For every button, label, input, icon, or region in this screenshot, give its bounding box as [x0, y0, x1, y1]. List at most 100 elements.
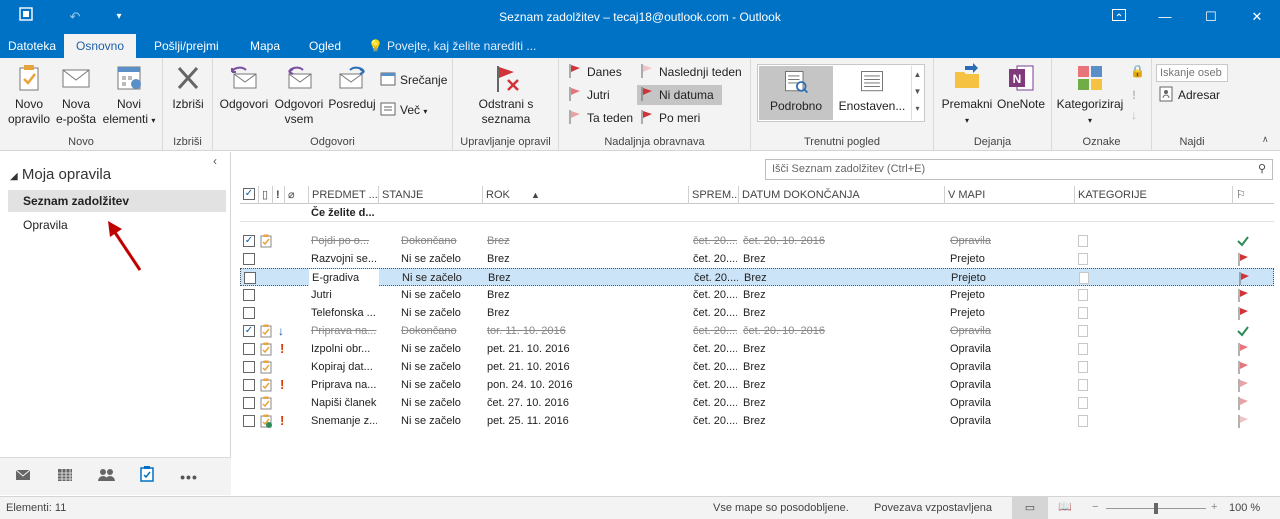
reply-button[interactable]: Odgovori [217, 62, 271, 112]
flag-no-date-button[interactable]: Ni datuma [637, 85, 722, 105]
zoom-in-icon[interactable]: + [1211, 501, 1217, 513]
tasks-icon[interactable] [136, 466, 158, 488]
search-people-input[interactable] [1156, 64, 1228, 82]
complete-checkbox[interactable] [243, 397, 255, 409]
category-box[interactable] [1079, 272, 1089, 284]
complete-checkbox[interactable] [244, 272, 256, 284]
tell-me-box[interactable]: 💡 Povejte, kaj želite narediti ... [368, 34, 536, 58]
delete-button[interactable]: Izbriši [165, 62, 211, 112]
category-box[interactable] [1078, 235, 1088, 247]
onenote-button[interactable]: N OneNote [994, 62, 1048, 112]
table-row[interactable]: Razvojni se... Ni se začelo Brez čet. 20...… [240, 250, 1274, 268]
normal-view-button[interactable]: ▭ [1012, 497, 1048, 519]
new-task-button[interactable]: Novo opravilo [4, 62, 54, 127]
header-date-completed[interactable]: DATUM DOKONČANJA [738, 186, 944, 204]
table-row[interactable]: Kopiraj dat... Ni se začelo pet. 21. 10. 2… [240, 358, 1274, 376]
follow-up-flag-icon[interactable] [1236, 252, 1250, 266]
ribbon-display-icon[interactable] [1096, 0, 1142, 34]
table-row[interactable]: ✓ Pojdi po o... Dokončano Brez čet. 20.... če… [240, 232, 1274, 250]
flag-this-week-button[interactable]: Ta teden [567, 108, 633, 128]
table-row[interactable]: ! Izpolni obr... Ni se začelo pet. 21. 10. … [240, 340, 1274, 358]
search-icon[interactable]: ⚲ [1258, 160, 1266, 179]
tab-mapa[interactable]: Mapa [242, 34, 288, 58]
completed-check-icon[interactable] [1236, 324, 1250, 338]
zoom-level[interactable]: 100 % [1229, 502, 1260, 514]
follow-up-flag-icon[interactable] [1237, 271, 1251, 285]
complete-checkbox[interactable] [243, 379, 255, 391]
category-box[interactable] [1078, 343, 1088, 355]
zoom-out-icon[interactable]: − [1092, 501, 1098, 513]
complete-checkbox[interactable] [243, 307, 255, 319]
new-items-button[interactable]: Novi elementi ▾ [100, 62, 158, 128]
table-row[interactable]: ! Snemanje z... Ni se začelo pet. 25. 11. 2… [240, 412, 1274, 430]
completed-check-icon[interactable] [1236, 234, 1250, 248]
header-due-date[interactable]: ROK ▲ [482, 186, 688, 204]
forward-button[interactable]: Posreduj [327, 62, 377, 112]
follow-up-flag-icon[interactable] [1236, 360, 1250, 374]
complete-checkbox[interactable] [243, 343, 255, 355]
nav-header[interactable]: ◢ Moja opravila [10, 166, 111, 183]
tab-datoteka[interactable]: Datoteka [0, 34, 64, 58]
follow-up-flag-icon[interactable] [1236, 288, 1250, 302]
header-modified[interactable]: SPREM... [688, 186, 738, 204]
low-importance-icon[interactable]: ↓ [1131, 108, 1137, 122]
table-row[interactable]: E-gradiva Ni se začelo Brez čet. 20.... Brez… [240, 268, 1274, 287]
flag-today-button[interactable]: Danes [567, 62, 622, 82]
complete-checkbox[interactable] [243, 415, 255, 427]
more-icon[interactable]: ••• [178, 466, 200, 488]
address-book-button[interactable]: Adresar [1158, 85, 1220, 105]
reply-all-button[interactable]: Odgovori vsem [271, 62, 327, 127]
table-row[interactable]: Napiši članek Ni se začelo čet. 27. 10. 20… [240, 394, 1274, 412]
category-box[interactable] [1078, 361, 1088, 373]
complete-checkbox[interactable]: ✓ [243, 325, 255, 337]
category-box[interactable] [1078, 325, 1088, 337]
table-row[interactable]: Telefonska ... Ni se začelo Brez čet. 20...… [240, 304, 1274, 322]
follow-up-flag-icon[interactable] [1236, 378, 1250, 392]
collapse-pane-icon[interactable]: ‹ [213, 154, 217, 168]
search-input[interactable]: Išči Seznam zadolžitev (Ctrl+E) ⚲ [765, 159, 1273, 180]
header-in-folder[interactable]: V MAPI [944, 186, 1074, 204]
complete-checkbox[interactable]: ✓ [243, 235, 255, 247]
flag-tomorrow-button[interactable]: Jutri [567, 85, 610, 105]
minimize-icon[interactable]: — [1142, 0, 1188, 34]
tab-osnovno[interactable]: Osnovno [64, 34, 136, 58]
category-box[interactable] [1078, 397, 1088, 409]
table-row[interactable]: Jutri Ni se začelo Brez čet. 20.... Brez Prej… [240, 286, 1274, 304]
people-icon[interactable] [95, 466, 117, 488]
private-lock-icon[interactable]: 🔒 [1130, 64, 1145, 78]
collapse-ribbon-icon[interactable]: ∧ [1262, 134, 1269, 145]
zoom-slider-thumb[interactable] [1154, 503, 1158, 514]
header-status[interactable]: STANJE [378, 186, 482, 204]
header-icon-column[interactable]: ▯ [258, 186, 272, 204]
maximize-icon[interactable]: ☐ [1188, 0, 1234, 34]
view-gallery-scroll[interactable]: ▲ ▼ ▾ [911, 66, 923, 120]
view-simple-button[interactable]: Enostaven... [835, 66, 909, 114]
header-importance-column[interactable]: ! [272, 186, 284, 204]
complete-checkbox[interactable] [243, 289, 255, 301]
follow-up-flag-icon[interactable] [1236, 414, 1250, 428]
table-row[interactable]: ! Priprava na... Ni se začelo pon. 24. 10. … [240, 376, 1274, 394]
close-icon[interactable]: ✕ [1234, 0, 1280, 34]
new-task-row[interactable]: Če želite d... [240, 205, 1274, 222]
remove-from-list-button[interactable]: Odstrani s seznama [461, 62, 551, 127]
complete-checkbox[interactable] [243, 253, 255, 265]
category-box[interactable] [1078, 307, 1088, 319]
flag-next-week-button[interactable]: Naslednji teden [639, 62, 742, 82]
category-box[interactable] [1078, 379, 1088, 391]
more-respond-button[interactable]: Več ▾ [380, 100, 427, 120]
header-subject[interactable]: PREDMET ... [308, 186, 378, 204]
mail-icon[interactable] [12, 466, 34, 488]
header-attachment-column[interactable]: ⌀ [284, 186, 308, 204]
header-flag-status[interactable]: ⚐ [1232, 186, 1274, 204]
reading-view-icon[interactable]: 📖 [1058, 500, 1072, 513]
nav-item-seznam-zadolzitev[interactable]: Seznam zadolžitev [8, 190, 226, 212]
category-box[interactable] [1078, 253, 1088, 265]
complete-checkbox[interactable] [243, 361, 255, 373]
table-row[interactable]: ✓ ↓ Priprava na... Dokončano tor. 11. 10. 20… [240, 322, 1274, 340]
header-complete-checkbox[interactable]: ✓ [240, 186, 258, 204]
tab-poslji-prejmi[interactable]: Pošlji/prejmi [146, 34, 227, 58]
category-box[interactable] [1078, 415, 1088, 427]
high-importance-icon[interactable]: ! [1132, 88, 1136, 102]
follow-up-flag-icon[interactable] [1236, 306, 1250, 320]
view-detailed-button[interactable]: Podrobno [759, 66, 833, 120]
